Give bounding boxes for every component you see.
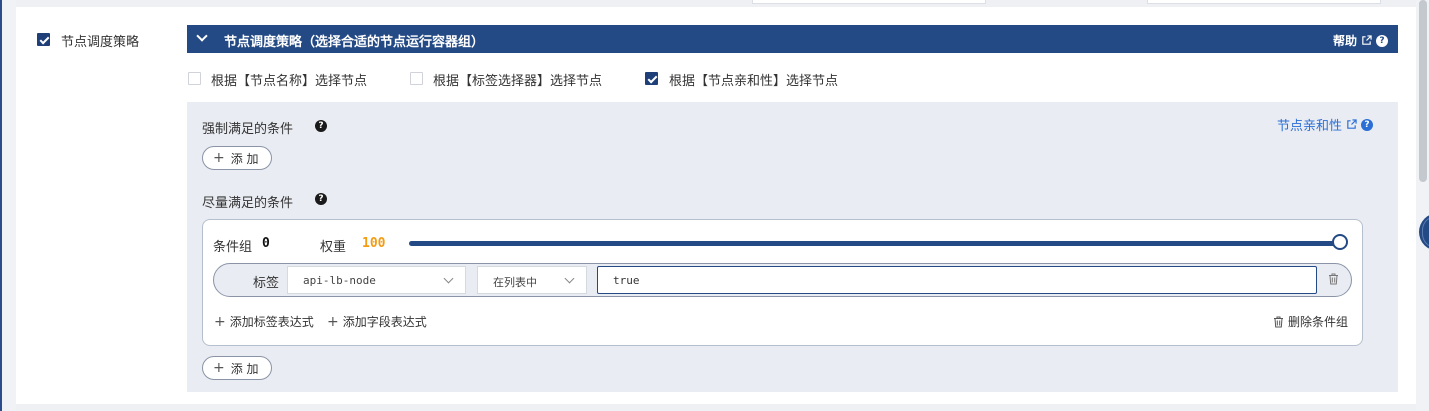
add-label-expression-button[interactable]: + 添加标签表达式	[214, 313, 314, 330]
add-label-expression-label: 添加标签表达式	[229, 315, 314, 329]
node-scheduling-checkbox[interactable]	[37, 33, 50, 46]
floating-side-button[interactable]	[1419, 213, 1429, 251]
plus-icon: +	[327, 313, 339, 330]
external-link-icon	[1362, 35, 1372, 45]
previous-field-input[interactable]	[752, 0, 986, 4]
weight-slider-thumb[interactable]	[1332, 234, 1348, 250]
question-icon: ?	[1376, 34, 1388, 47]
condition-group-index: 0	[262, 236, 270, 251]
trash-icon	[1274, 316, 1283, 327]
option-node-name-checkbox[interactable]	[188, 72, 201, 85]
external-link-icon	[1347, 119, 1357, 129]
add-field-expression-label: 添加字段表达式	[342, 315, 427, 329]
plus-icon: +	[213, 150, 225, 166]
question-icon[interactable]: ?	[315, 120, 327, 132]
label-key-value: api-lb-node	[303, 274, 376, 287]
values-input[interactable]: true	[597, 266, 1317, 294]
plus-icon: +	[213, 360, 225, 376]
weight-slider-track[interactable]	[409, 241, 1343, 246]
option-node-name-label[interactable]: 根据【节点名称】选择节点	[211, 70, 367, 89]
question-icon: ?	[1361, 118, 1374, 131]
values-text: true	[613, 274, 640, 287]
condition-group-label: 条件组	[213, 240, 253, 255]
help-link[interactable]: 帮助 ?	[1333, 32, 1388, 49]
add-preferred-button[interactable]: + 添 加	[202, 356, 272, 380]
previous-field-input[interactable]	[1147, 0, 1381, 4]
plus-icon: +	[214, 313, 226, 330]
node-affinity-doc-link[interactable]: 节点亲和性 ?	[1277, 115, 1374, 134]
required-conditions-title: 强制满足的条件	[202, 122, 294, 137]
expression-type-label: 标签	[253, 276, 280, 291]
delete-group-label: 删除条件组	[1288, 315, 1349, 329]
bottom-strip	[16, 404, 1416, 411]
label-key-select[interactable]: api-lb-node	[287, 266, 466, 294]
node-affinity-link-label: 节点亲和性	[1277, 119, 1343, 134]
left-edge-accent	[0, 0, 2, 411]
add-field-expression-button[interactable]: + 添加字段表达式	[327, 313, 427, 330]
add-preferred-label: 添 加	[230, 361, 259, 376]
option-node-affinity-label[interactable]: 根据【节点亲和性】选择节点	[669, 70, 838, 89]
vertical-scrollbar[interactable]	[1419, 0, 1427, 182]
preferred-conditions-title: 尽量满足的条件	[202, 196, 294, 211]
weight-label: 权重	[320, 240, 347, 255]
help-label: 帮助	[1332, 34, 1357, 48]
chevron-down-icon	[443, 273, 454, 284]
add-required-label: 添 加	[230, 151, 259, 166]
option-label-selector-label[interactable]: 根据【标签选择器】选择节点	[433, 70, 602, 89]
node-scheduling-label: 节点调度策略	[61, 35, 140, 50]
add-required-button[interactable]: + 添 加	[202, 146, 272, 170]
delete-group-button[interactable]: 删除条件组	[1273, 313, 1348, 330]
chevron-down-icon[interactable]	[196, 30, 208, 42]
question-icon[interactable]: ?	[315, 193, 327, 205]
chevron-down-icon	[564, 273, 575, 284]
operator-value: 在列表中	[493, 276, 537, 289]
trash-icon[interactable]	[1328, 273, 1339, 285]
weight-value: 100	[362, 236, 386, 251]
operator-select[interactable]: 在列表中	[477, 266, 587, 294]
section-title: 节点调度策略（选择合适的节点运行容器组）	[224, 35, 485, 50]
section-header[interactable]: 节点调度策略（选择合适的节点运行容器组） 帮助 ?	[187, 25, 1398, 53]
option-label-selector-checkbox[interactable]	[410, 72, 423, 85]
option-node-affinity-checkbox[interactable]	[645, 72, 658, 85]
